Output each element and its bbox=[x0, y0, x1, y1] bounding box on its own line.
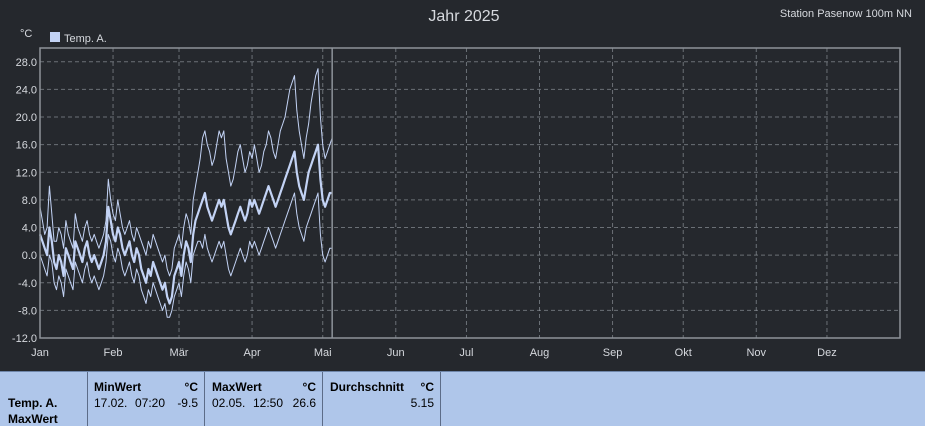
min-time: 07:20 bbox=[135, 396, 166, 410]
avg-value: 5.15 bbox=[410, 396, 434, 410]
x-tick-label: Okt bbox=[675, 347, 692, 359]
y-tick-label: 0.0 bbox=[22, 250, 37, 262]
stats-min-cell: MinWert °C 17.02. 07:20 -9.5 bbox=[88, 372, 205, 426]
x-tick-label: Dez bbox=[817, 347, 837, 359]
y-tick-label: -4.0 bbox=[18, 278, 37, 290]
chart-title: Jahr 2025 bbox=[428, 8, 499, 25]
x-tick-label: Nov bbox=[746, 347, 766, 359]
legend-label: Temp. A. bbox=[64, 33, 107, 45]
stats-series-label: Temp. A. bbox=[8, 396, 58, 410]
y-tick-label: 24.0 bbox=[16, 84, 37, 96]
avg-unit: °C bbox=[420, 380, 434, 394]
y-tick-label: -12.0 bbox=[12, 333, 37, 345]
stats-avg-cell: Durchschnitt °C 5.15 bbox=[323, 372, 441, 426]
series-line-mean bbox=[38, 143, 333, 305]
x-tick-label: Sep bbox=[603, 347, 623, 359]
y-tick-label: 28.0 bbox=[16, 57, 37, 69]
min-date: 17.02. bbox=[94, 396, 128, 410]
x-tick-label: Aug bbox=[530, 347, 550, 359]
min-unit: °C bbox=[184, 380, 198, 394]
grid bbox=[40, 48, 900, 338]
y-tick-label: 16.0 bbox=[16, 140, 37, 152]
x-tick-label: Mai bbox=[314, 347, 332, 359]
x-tick-label: Jul bbox=[459, 347, 473, 359]
stats-row-label: MaxWert bbox=[8, 412, 58, 426]
y-tick-label: 12.0 bbox=[16, 167, 37, 179]
y-tick-label: 20.0 bbox=[16, 112, 37, 124]
y-unit-label: °C bbox=[20, 28, 32, 40]
min-title: MinWert bbox=[94, 380, 142, 394]
max-title: MaxWert bbox=[212, 380, 262, 394]
series-lines bbox=[38, 68, 333, 318]
statistics-panel: Temp. A. MaxWert MinWert °C 17.02. 07:20… bbox=[0, 371, 925, 426]
stats-row-header: Temp. A. MaxWert bbox=[0, 372, 88, 426]
max-time: 12:50 bbox=[253, 396, 284, 410]
y-tick-label: 8.0 bbox=[22, 195, 37, 207]
x-tick-label: Apr bbox=[243, 347, 260, 359]
x-tick-label: Feb bbox=[104, 347, 123, 359]
avg-title: Durchschnitt bbox=[330, 380, 405, 394]
max-unit: °C bbox=[302, 380, 316, 394]
station-label: Station Pasenow 100m NN bbox=[780, 8, 912, 20]
x-tick-label: Jun bbox=[387, 347, 405, 359]
min-value: -9.5 bbox=[177, 396, 198, 410]
max-value: 26.6 bbox=[292, 396, 316, 410]
temperature-chart: Jahr 2025 Station Pasenow 100m NN °C Tem… bbox=[12, 8, 912, 359]
legend-swatch bbox=[50, 32, 60, 42]
y-tick-label: 4.0 bbox=[22, 223, 37, 235]
stats-max-cell: MaxWert °C 02.05. 12:50 26.6 bbox=[205, 372, 323, 426]
x-tick-label: Jan bbox=[31, 347, 49, 359]
x-tick-label: Mär bbox=[170, 347, 189, 359]
axes: 28.0 24.0 20.0 16.0 12.0 8.0 4.0 0.0 -4.0 -8.0 -12… bbox=[12, 48, 837, 359]
max-date: 02.05. bbox=[212, 396, 246, 410]
plot-frame bbox=[39, 47, 901, 339]
y-tick-label: -8.0 bbox=[18, 305, 37, 317]
